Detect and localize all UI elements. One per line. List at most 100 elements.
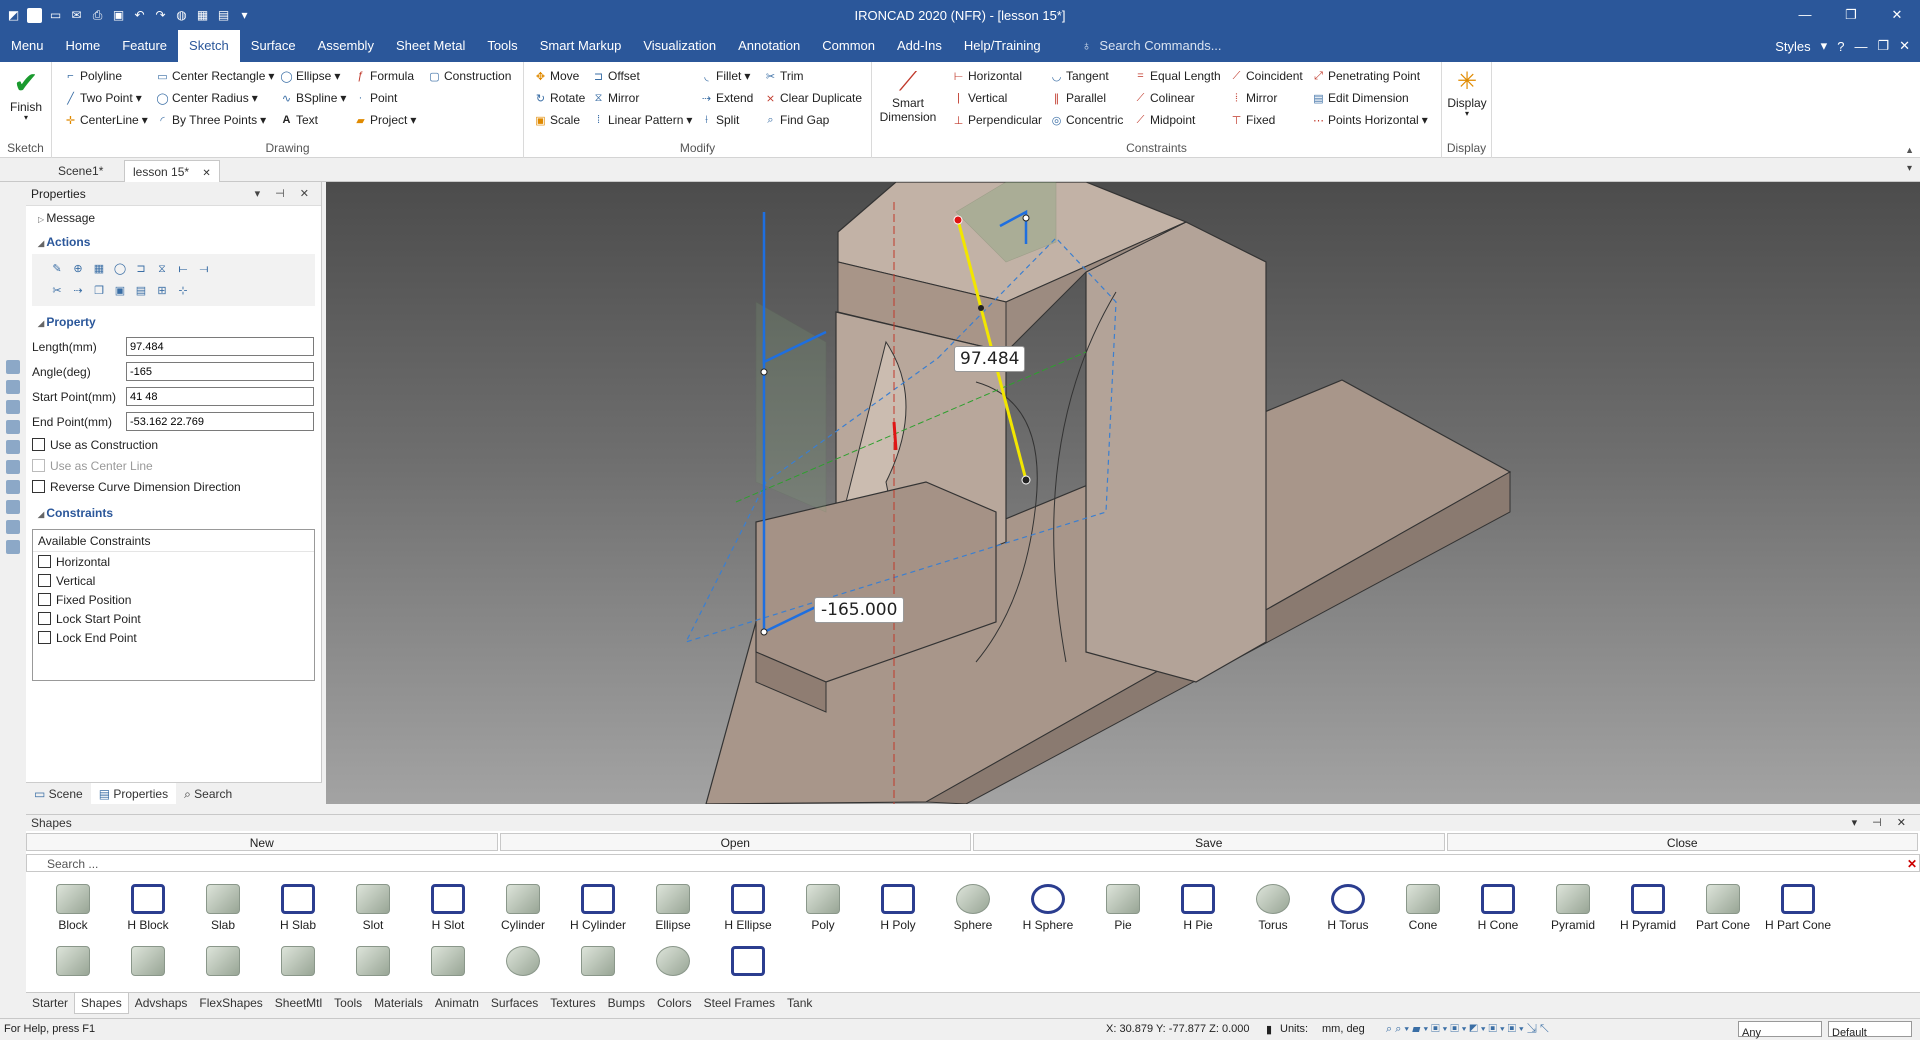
ribbon-collapse-icon[interactable]: ▲ bbox=[1905, 145, 1914, 155]
shape-pyramid[interactable]: Pyramid bbox=[1538, 884, 1608, 932]
tab-surface[interactable]: Surface bbox=[240, 30, 307, 62]
lib-tab-tank[interactable]: Tank bbox=[781, 993, 818, 1014]
undo-icon[interactable]: ↶ bbox=[132, 8, 147, 23]
strip-tool-icon[interactable] bbox=[6, 460, 20, 474]
shape-block[interactable]: Block bbox=[38, 884, 108, 932]
by-three-points-button[interactable]: ◜ By Three Points ▾ bbox=[156, 113, 266, 127]
constraints-section[interactable]: Constraints bbox=[26, 501, 321, 525]
polyline-button[interactable]: ⌐ Polyline bbox=[64, 69, 122, 83]
lib-tab-surfaces[interactable]: Surfaces bbox=[485, 993, 544, 1014]
find-gap-button[interactable]: ⌕ Find Gap bbox=[764, 113, 829, 127]
formula-button[interactable]: ƒ Formula bbox=[354, 69, 414, 83]
lib-tab-tools[interactable]: Tools bbox=[328, 993, 368, 1014]
doc-tab-close-icon[interactable]: ✕ bbox=[202, 168, 210, 179]
coincident-button[interactable]: ⟋ Coincident bbox=[1230, 69, 1303, 83]
shape-extra[interactable] bbox=[413, 946, 483, 980]
units-value[interactable]: mm, deg bbox=[1322, 1023, 1365, 1035]
offset-action-icon[interactable]: ⊐ bbox=[133, 261, 149, 277]
clear-search-icon[interactable]: ✕ bbox=[1907, 855, 1917, 873]
snap-action-icon[interactable]: ⊹ bbox=[175, 283, 191, 299]
group-action-icon[interactable]: ▤ bbox=[133, 283, 149, 299]
mirror-constraint-button[interactable]: ⦙ Mirror bbox=[1230, 91, 1277, 105]
tab-common[interactable]: Common bbox=[811, 30, 886, 62]
panel-tab-search[interactable]: ⌕ Search bbox=[176, 783, 240, 804]
grid-icon[interactable]: ▦ bbox=[195, 8, 210, 23]
dim-action-icon[interactable]: ⟞ bbox=[196, 261, 212, 277]
ribbon-minimize-icon[interactable]: — bbox=[1854, 39, 1867, 54]
tab-menu[interactable]: Menu bbox=[0, 30, 55, 62]
use-construction-checkbox[interactable]: Use as Construction bbox=[26, 434, 321, 455]
tab-help-training[interactable]: Help/Training bbox=[953, 30, 1052, 62]
offset-button[interactable]: ⊐ Offset bbox=[592, 69, 640, 83]
doc-tabs-dropdown-icon[interactable]: ▾ bbox=[1907, 163, 1912, 174]
line-end-point[interactable] bbox=[1021, 475, 1031, 485]
scene-icon[interactable]: ◍ bbox=[174, 8, 189, 23]
panel-tab-properties[interactable]: ▤ Properties bbox=[90, 783, 177, 804]
shape-h-cylinder[interactable]: H Cylinder bbox=[563, 884, 633, 932]
shape-slab[interactable]: Slab bbox=[188, 884, 258, 932]
catalog-controls-icon[interactable]: ▾ ⊣ ✕ bbox=[1852, 815, 1912, 831]
mirror-button[interactable]: ⧖ Mirror bbox=[592, 91, 640, 105]
equal-length-button[interactable]: = Equal Length bbox=[1134, 69, 1220, 83]
end-point-input[interactable] bbox=[126, 412, 314, 431]
trim-button[interactable]: ✂ Trim bbox=[764, 69, 804, 83]
trim-action-icon[interactable]: ✂ bbox=[49, 283, 65, 299]
scale-button[interactable]: ▣ Scale bbox=[534, 113, 580, 127]
shape-sphere[interactable]: Sphere bbox=[938, 884, 1008, 932]
fillet-button[interactable]: ◟ Fillet ▾ bbox=[700, 69, 750, 83]
close-icon[interactable]: ✕ bbox=[1874, 0, 1920, 30]
shape-extra[interactable] bbox=[638, 946, 708, 980]
sketch-vertex[interactable] bbox=[760, 368, 768, 376]
shape-h-poly[interactable]: H Poly bbox=[863, 884, 933, 932]
property-section[interactable]: Property bbox=[26, 310, 321, 334]
lib-tab-advshaps[interactable]: Advshaps bbox=[129, 993, 194, 1014]
parallel-button[interactable]: ∥ Parallel bbox=[1050, 91, 1106, 105]
constraint-vertical-checkbox[interactable]: Vertical bbox=[33, 571, 314, 590]
constraint-lock-start-checkbox[interactable]: Lock Start Point bbox=[33, 609, 314, 628]
doc-tab-scene1[interactable]: Scene1* bbox=[50, 160, 111, 182]
shape-extra[interactable] bbox=[263, 946, 333, 980]
shape-h-sphere[interactable]: H Sphere bbox=[1013, 884, 1083, 932]
shape-torus[interactable]: Torus bbox=[1238, 884, 1308, 932]
lib-tab-shapes[interactable]: Shapes bbox=[74, 993, 129, 1014]
text-button[interactable]: A Text bbox=[280, 113, 319, 127]
penetrating-point-button[interactable]: ⤢ Penetrating Point bbox=[1312, 69, 1420, 83]
shape-ellipse[interactable]: Ellipse bbox=[638, 884, 708, 932]
bspline-button[interactable]: ∿ BSpline ▾ bbox=[280, 91, 347, 105]
shape-cylinder[interactable]: Cylinder bbox=[488, 884, 558, 932]
lib-tab-animatn[interactable]: Animatn bbox=[429, 993, 485, 1014]
lib-tab-steel-frames[interactable]: Steel Frames bbox=[698, 993, 781, 1014]
ribbon-close-icon[interactable]: ✕ bbox=[1899, 38, 1910, 54]
point-button[interactable]: · Point bbox=[354, 91, 398, 105]
project-button[interactable]: ▰ Project ▾ bbox=[354, 113, 416, 127]
length-input[interactable] bbox=[126, 337, 314, 356]
extend-button[interactable]: ⇢ Extend bbox=[700, 91, 753, 105]
print-icon[interactable]: ⎙ bbox=[90, 8, 105, 23]
shape-h-torus[interactable]: H Torus bbox=[1313, 884, 1383, 932]
tab-sheet-metal[interactable]: Sheet Metal bbox=[385, 30, 476, 62]
shape-extra[interactable] bbox=[563, 946, 633, 980]
shape-h-pyramid[interactable]: H Pyramid bbox=[1613, 884, 1683, 932]
tab-smart-markup[interactable]: Smart Markup bbox=[529, 30, 633, 62]
shape-slot[interactable]: Slot bbox=[338, 884, 408, 932]
colinear-button[interactable]: ⟋ Colinear bbox=[1134, 91, 1195, 105]
close-file-icon[interactable]: ✉ bbox=[69, 8, 84, 23]
angle-input[interactable] bbox=[126, 362, 314, 381]
display-button[interactable]: ✳ Display ▾ bbox=[1446, 68, 1488, 118]
tab-add-ins[interactable]: Add-Ins bbox=[886, 30, 953, 62]
tab-sketch[interactable]: Sketch bbox=[178, 30, 240, 62]
shape-extra[interactable] bbox=[113, 946, 183, 980]
centerline-button[interactable]: ✛ CenterLine ▾ bbox=[64, 113, 148, 127]
construction-button[interactable]: ▢ Construction bbox=[428, 69, 511, 83]
constraint-fixed-position-checkbox[interactable]: Fixed Position bbox=[33, 590, 314, 609]
shape-h-cone[interactable]: H Cone bbox=[1463, 884, 1533, 932]
shape-poly[interactable]: Poly bbox=[788, 884, 858, 932]
rotate-button[interactable]: ↻ Rotate bbox=[534, 91, 585, 105]
shape-extra[interactable] bbox=[713, 946, 783, 980]
fixed-button[interactable]: ⊤ Fixed bbox=[1230, 113, 1276, 127]
length-dimension-label[interactable]: 97.484 bbox=[954, 346, 1026, 372]
styles-dropdown-icon[interactable]: ▾ bbox=[1821, 38, 1828, 54]
selection-filter-dropdown[interactable]: Any bbox=[1738, 1021, 1822, 1039]
lib-tab-sheetmtl[interactable]: SheetMtl bbox=[269, 993, 328, 1014]
window-icon[interactable]: ▤ bbox=[216, 8, 231, 23]
